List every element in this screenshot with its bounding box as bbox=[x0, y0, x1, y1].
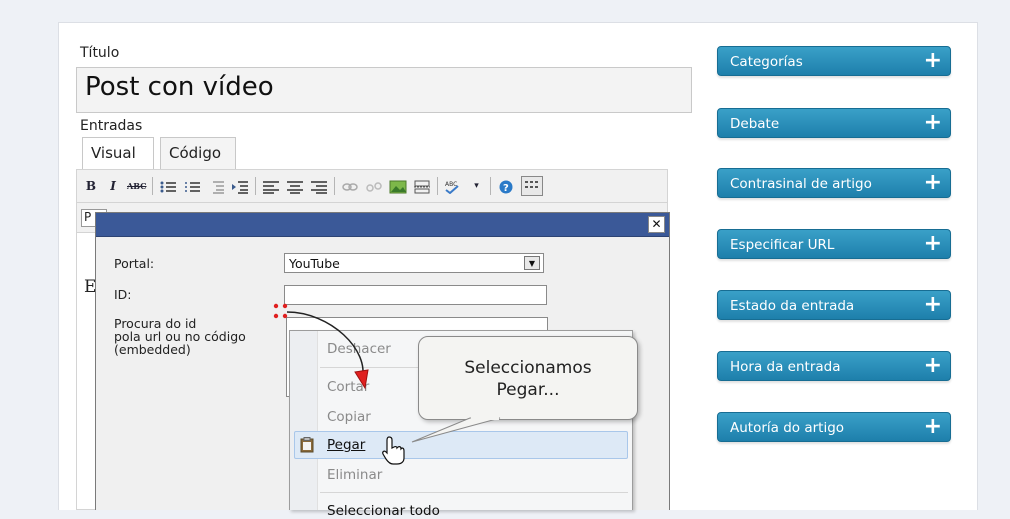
red-marker-dots bbox=[273, 303, 288, 319]
sidebar-item-estado[interactable]: Estado da entrada + bbox=[717, 290, 951, 320]
sidebar-item-hora[interactable]: Hora da entrada + bbox=[717, 351, 951, 381]
plus-icon[interactable]: + bbox=[924, 414, 942, 440]
sidebar-item-label: Autoría do artigo bbox=[730, 420, 845, 436]
sidebar-item-label: Especificar URL bbox=[730, 237, 835, 253]
sidebar-item-label: Hora da entrada bbox=[730, 359, 841, 375]
plus-icon[interactable]: + bbox=[924, 353, 942, 379]
annotation-arrowhead bbox=[354, 369, 369, 390]
plus-icon[interactable]: + bbox=[924, 231, 942, 257]
sidebar-item-categorias[interactable]: Categorías + bbox=[717, 46, 951, 76]
sidebar-item-contrasinal[interactable]: Contrasinal de artigo + bbox=[717, 168, 951, 198]
sidebar-item-especificar-url[interactable]: Especificar URL + bbox=[717, 229, 951, 259]
sidebar-item-debate[interactable]: Debate + bbox=[717, 108, 951, 138]
plus-icon[interactable]: + bbox=[924, 48, 942, 74]
sidebar-item-label: Debate bbox=[730, 116, 780, 132]
sidebar-item-label: Contrasinal de artigo bbox=[730, 176, 872, 192]
callout-tail bbox=[411, 417, 501, 443]
sidebar-item-label: Estado da entrada bbox=[730, 298, 855, 314]
plus-icon[interactable]: + bbox=[924, 170, 942, 196]
sidebar-item-autoria[interactable]: Autoría do artigo + bbox=[717, 412, 951, 442]
hand-pointer-icon bbox=[382, 436, 405, 465]
sidebar-item-label: Categorías bbox=[730, 54, 803, 70]
plus-icon[interactable]: + bbox=[924, 110, 942, 136]
annotation-arrow bbox=[286, 311, 364, 381]
plus-icon[interactable]: + bbox=[924, 292, 942, 318]
